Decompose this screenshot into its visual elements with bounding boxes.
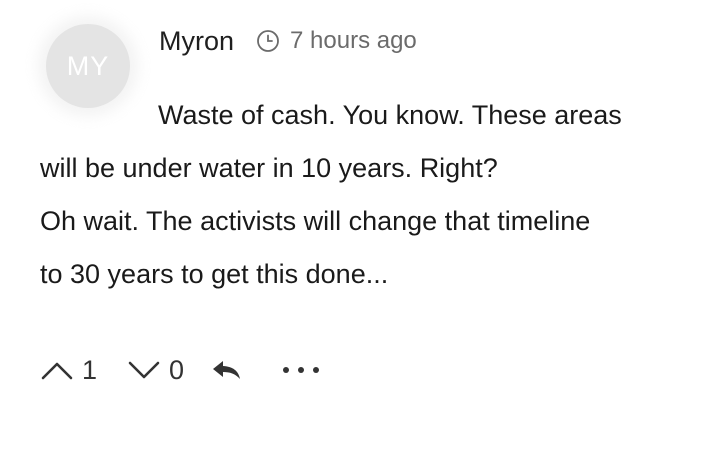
- comment-line: Oh wait. The activists will change that …: [40, 206, 591, 236]
- timestamp-group: 7 hours ago: [256, 27, 417, 55]
- reply-arrow-icon: [212, 358, 242, 382]
- avatar-initials: MY: [66, 50, 110, 81]
- comment-body: Waste of cash. You know. These areas wil…: [40, 89, 680, 301]
- comment-header: Myron 7 hours ago: [159, 24, 417, 58]
- more-horizontal-icon: [280, 364, 322, 376]
- comment-line: to 30 years to get this done...: [40, 259, 389, 289]
- timestamp: 7 hours ago: [290, 27, 417, 54]
- downvote-button[interactable]: 0: [127, 355, 184, 386]
- chevron-down-icon: [127, 358, 161, 382]
- comment-card: MY Myron 7 hours ago Waste of cash. You …: [0, 0, 714, 468]
- author-name[interactable]: Myron: [159, 26, 234, 57]
- reply-button[interactable]: [212, 358, 242, 382]
- upvote-count: 1: [82, 354, 98, 385]
- comment-line: Waste of cash. You know. These areas: [158, 100, 622, 130]
- downvote-count: 0: [169, 354, 185, 385]
- more-options-button[interactable]: [280, 364, 322, 376]
- comment-actions: 1 0: [40, 350, 322, 390]
- comment-line: will be under water in 10 years. Right?: [40, 153, 498, 183]
- chevron-up-icon: [40, 358, 74, 382]
- clock-icon: [256, 29, 280, 53]
- upvote-button[interactable]: 1: [40, 355, 97, 386]
